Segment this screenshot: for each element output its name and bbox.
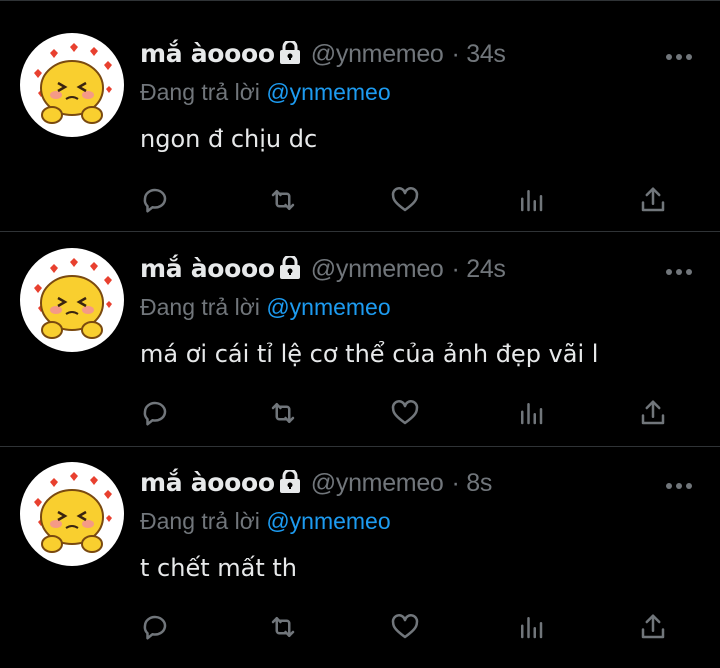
analytics-icon[interactable]	[514, 396, 548, 430]
author-line: mắ àoooo @ynmemeo · 34s	[140, 39, 506, 71]
avatar[interactable]	[20, 462, 124, 566]
avatar-image	[34, 472, 112, 553]
timestamp[interactable]: · 24s	[452, 255, 506, 283]
reply-mention[interactable]: @ynmemeo	[266, 294, 390, 320]
reply-context: Đang trả lời @ynmemeo	[140, 79, 391, 106]
reply-prefix: Đang trả lời	[140, 79, 267, 105]
display-name[interactable]: mắ àoooo	[140, 254, 275, 283]
top-divider	[0, 0, 720, 1]
author-line: mắ àoooo @ynmemeo · 8s	[140, 468, 492, 500]
action-bar	[138, 183, 678, 217]
author-line: mắ àoooo @ynmemeo · 24s	[140, 254, 506, 286]
more-dots-icon[interactable]	[664, 478, 694, 492]
reply-context: Đang trả lời @ynmemeo	[140, 294, 391, 321]
heart-icon[interactable]	[388, 396, 422, 430]
timestamp[interactable]: · 8s	[452, 469, 493, 497]
retweet-icon[interactable]	[266, 610, 300, 644]
more-dots-icon[interactable]	[664, 49, 694, 63]
analytics-icon[interactable]	[514, 610, 548, 644]
analytics-icon[interactable]	[514, 183, 548, 217]
action-bar	[138, 610, 678, 644]
avatar[interactable]	[20, 33, 124, 137]
user-handle[interactable]: @ynmemeo	[311, 469, 444, 497]
heart-icon[interactable]	[388, 183, 422, 217]
lock-icon	[279, 468, 301, 500]
tweet-item[interactable]: mắ àoooo @ynmemeo · 8s Đang trả lời @ynmem…	[0, 446, 720, 660]
tweet-item[interactable]: mắ àoooo @ynmemeo · 24s Đang trả lời @ynme…	[0, 232, 720, 447]
share-icon[interactable]	[636, 183, 670, 217]
more-dots-icon[interactable]	[664, 264, 694, 278]
reply-prefix: Đang trả lời	[140, 508, 267, 534]
tweet-text: t chết mất th	[140, 554, 297, 582]
tweet-item[interactable]: mắ àoooo @ynmemeo · 34s Đang trả lời @ynme…	[0, 17, 720, 232]
reply-mention[interactable]: @ynmemeo	[266, 79, 390, 105]
tweet-text: ngon đ chịu dc	[140, 125, 318, 153]
avatar-image	[34, 43, 112, 124]
share-icon[interactable]	[636, 610, 670, 644]
reply-context: Đang trả lời @ynmemeo	[140, 508, 391, 535]
reply-mention[interactable]: @ynmemeo	[266, 508, 390, 534]
reply-prefix: Đang trả lời	[140, 294, 267, 320]
avatar[interactable]	[20, 248, 124, 352]
reply-icon[interactable]	[138, 610, 172, 644]
display-name[interactable]: mắ àoooo	[140, 39, 275, 68]
share-icon[interactable]	[636, 396, 670, 430]
user-handle[interactable]: @ynmemeo	[311, 255, 444, 283]
tweet-text: má ơi cái tỉ lệ cơ thể của ảnh đẹp vãi l	[140, 340, 599, 368]
avatar-image	[34, 258, 112, 339]
retweet-icon[interactable]	[266, 396, 300, 430]
user-handle[interactable]: @ynmemeo	[311, 40, 444, 68]
lock-icon	[279, 39, 301, 71]
heart-icon[interactable]	[388, 610, 422, 644]
reply-icon[interactable]	[138, 396, 172, 430]
display-name[interactable]: mắ àoooo	[140, 468, 275, 497]
lock-icon	[279, 254, 301, 286]
timestamp[interactable]: · 34s	[452, 40, 506, 68]
retweet-icon[interactable]	[266, 183, 300, 217]
action-bar	[138, 396, 678, 430]
reply-icon[interactable]	[138, 183, 172, 217]
